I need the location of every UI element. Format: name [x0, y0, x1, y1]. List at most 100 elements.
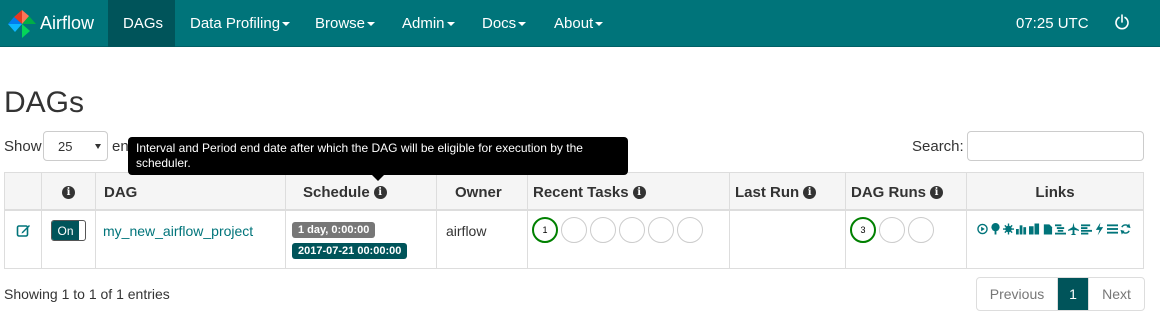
dag-run-status-circle[interactable]: [879, 217, 905, 243]
task-tries-icon[interactable]: [1029, 222, 1040, 236]
top-navbar: Airflow DAGs Data Profiling Browse Admin…: [0, 0, 1160, 47]
gantt-icon[interactable]: [1055, 222, 1066, 236]
brand[interactable]: Airflow: [0, 0, 108, 47]
table-info: Showing 1 to 1 of 1 entries: [4, 286, 170, 302]
header-links-label: Links: [1035, 183, 1075, 201]
previous-page-button[interactable]: Previous: [977, 278, 1058, 310]
nav-data-profiling-label: Data Profiling: [190, 15, 281, 32]
nav-browse[interactable]: Browse: [300, 0, 390, 47]
flash-icon[interactable]: [1094, 222, 1105, 236]
page-1-button[interactable]: 1: [1058, 278, 1089, 310]
header-owner[interactable]: Owner: [437, 173, 528, 211]
dropdown-arrow-icon: [95, 144, 101, 149]
table-row-schedule-cell: 1 day, 0:00:00 2017-07-21 00:00:00: [286, 211, 437, 269]
align-left-icon[interactable]: [1081, 222, 1092, 236]
nav-docs[interactable]: Docs: [467, 0, 541, 47]
chevron-down-icon: [282, 21, 291, 26]
toggle-on-label: On: [52, 221, 79, 240]
header-owner-label: Owner: [455, 183, 502, 201]
table-row-links-cell: [967, 211, 1143, 269]
entries-label: en: [112, 138, 129, 155]
task-status-circle[interactable]: [590, 217, 616, 243]
dag-run-status-circle[interactable]: [908, 217, 934, 243]
nav-admin-label: Admin: [402, 15, 445, 32]
brand-name: Airflow: [40, 13, 95, 33]
pagination: Previous 1 Next: [976, 277, 1145, 311]
chevron-down-icon: [446, 21, 455, 26]
nav-dags-label: DAGs: [123, 15, 164, 32]
task-status-circle[interactable]: [648, 217, 674, 243]
trigger-dag-icon[interactable]: [977, 222, 988, 236]
header-dag-label: DAG: [104, 183, 138, 201]
chevron-down-icon: [518, 21, 527, 26]
header-edit-col: [5, 173, 42, 211]
task-status-circle[interactable]: [561, 217, 587, 243]
header-toggle-col: i: [42, 173, 96, 211]
dag-run-success-circle[interactable]: 3: [850, 217, 876, 243]
airflow-logo-icon: [8, 9, 36, 38]
table-row-owner-cell: airflow: [437, 211, 528, 269]
header-last-run-label: Last Run: [735, 183, 800, 201]
header-schedule[interactable]: Schedule i: [286, 173, 437, 211]
page-length-value: 25: [58, 138, 73, 154]
nav-docs-label: Docs: [482, 15, 517, 32]
header-dag-runs[interactable]: DAG Runs i: [846, 173, 967, 211]
tooltip-arrow: [372, 175, 384, 181]
graph-view-icon[interactable]: [1003, 222, 1014, 236]
chevron-down-icon: [367, 21, 376, 26]
refresh-icon[interactable]: [1120, 222, 1131, 236]
table-row-toggle-cell: On: [42, 211, 96, 269]
task-status-circle[interactable]: [677, 217, 703, 243]
nav-about[interactable]: About: [539, 0, 618, 47]
next-run-date-badge: 2017-07-21 00:00:00: [292, 243, 408, 259]
list-icon[interactable]: [1107, 222, 1118, 236]
chevron-down-icon: [595, 21, 604, 26]
task-status-circle[interactable]: [619, 217, 645, 243]
dag-on-off-toggle[interactable]: On: [51, 220, 86, 241]
table-row-dag-cell: my_new_airflow_project: [96, 211, 286, 269]
table-row-edit-cell: [5, 211, 42, 269]
schedule-interval-badge: 1 day, 0:00:00: [292, 222, 376, 238]
header-last-run[interactable]: Last Run i: [730, 173, 846, 211]
dag-links: [977, 222, 1131, 236]
nav-data-profiling[interactable]: Data Profiling: [175, 0, 305, 47]
info-icon: i: [62, 185, 75, 199]
header-recent-tasks-label: Recent Tasks: [533, 183, 629, 201]
search-input[interactable]: [967, 131, 1144, 161]
plane-icon[interactable]: [1068, 222, 1079, 236]
info-icon: i: [632, 185, 646, 199]
dag-run-success-count: 3: [860, 225, 866, 235]
header-schedule-label: Schedule: [303, 183, 370, 201]
dag-link[interactable]: my_new_airflow_project: [103, 223, 253, 239]
header-links: Links: [967, 173, 1143, 211]
nav-about-label: About: [554, 15, 594, 32]
owner-text: airflow: [446, 223, 487, 239]
header-dag-runs-label: DAG Runs: [851, 183, 926, 201]
header-dag[interactable]: DAG: [96, 173, 286, 211]
page-title: DAGs: [4, 86, 85, 119]
table-row-last-run-cell: [730, 211, 846, 269]
nav-browse-label: Browse: [315, 15, 366, 32]
table-header: i DAG Schedule i Owner Recent Tasks i La…: [5, 173, 1143, 211]
task-status-success-circle[interactable]: 1: [532, 217, 558, 243]
page-length-select[interactable]: 25: [43, 131, 108, 161]
info-icon: i: [803, 185, 817, 199]
table-row-dag-runs-cell: 3: [846, 211, 967, 269]
nav-dags[interactable]: DAGs: [108, 0, 175, 47]
show-label: Show: [4, 138, 42, 155]
schedule-tooltip: Interval and Period end date after which…: [128, 137, 628, 175]
nav-admin[interactable]: Admin: [387, 0, 470, 47]
table-row-recent-tasks-cell: 1: [528, 211, 730, 269]
edit-icon[interactable]: [16, 223, 31, 238]
landing-times-icon[interactable]: [1042, 222, 1053, 236]
info-icon: i: [930, 185, 943, 199]
power-icon[interactable]: [1114, 14, 1130, 30]
info-icon: i: [373, 185, 387, 199]
search-label: Search:: [912, 138, 964, 155]
dags-table: i DAG Schedule i Owner Recent Tasks i La…: [4, 172, 1144, 269]
duration-chart-icon[interactable]: [1016, 222, 1027, 236]
tree-view-icon[interactable]: [990, 222, 1001, 236]
next-page-button[interactable]: Next: [1089, 278, 1144, 310]
utc-clock: 07:25 UTC: [1016, 15, 1089, 32]
header-recent-tasks[interactable]: Recent Tasks i: [528, 173, 730, 211]
